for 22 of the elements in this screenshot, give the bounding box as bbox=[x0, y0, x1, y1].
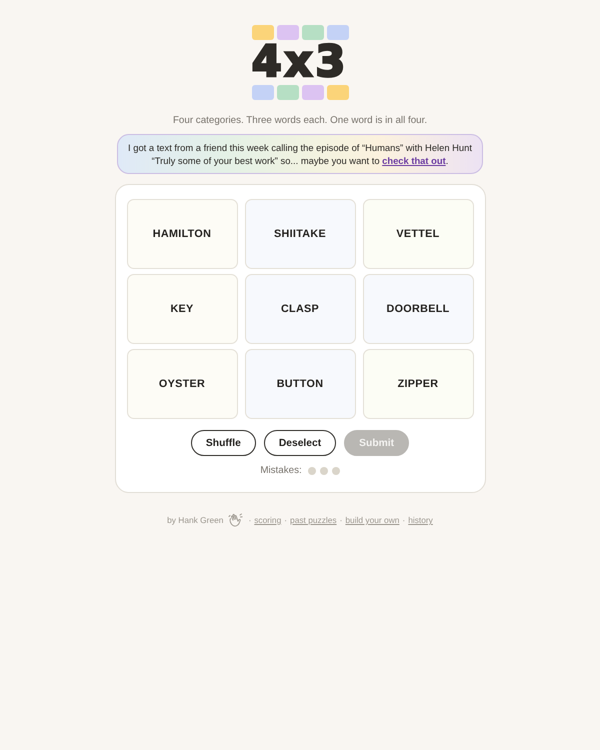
word-tile[interactable]: HAMILTON bbox=[126, 199, 238, 269]
waving-hand-icon bbox=[228, 513, 244, 527]
subtitle-text: Four categories. Three words each. One word is in all four. bbox=[172, 115, 428, 126]
announcement-banner: I got a text from a friend this week calling the episode of “Humans” with Helen Hunt “Truly some of your best work” so... maybe you want to check that out. bbox=[117, 134, 483, 174]
word-tile[interactable]: KEY bbox=[126, 274, 238, 344]
word-tile[interactable]: VETTEL bbox=[362, 199, 474, 269]
word-tile[interactable]: SHIITAKE bbox=[244, 199, 356, 269]
shuffle-button[interactable]: Shuffle bbox=[190, 430, 256, 456]
byline-text: by Hank Green bbox=[167, 515, 224, 525]
check-that-out-link[interactable]: check that out bbox=[382, 155, 446, 166]
mistakes-label: Mistakes: bbox=[260, 465, 302, 476]
deselect-button[interactable]: Deselect bbox=[264, 430, 336, 456]
separator-dot: · bbox=[248, 515, 252, 525]
separator-dot: · bbox=[402, 515, 406, 525]
logo-title: 4x3 bbox=[252, 43, 348, 81]
word-tile[interactable]: DOORBELL bbox=[362, 274, 474, 344]
separator-dot: · bbox=[340, 515, 342, 525]
word-tile[interactable]: OYSTER bbox=[126, 349, 238, 419]
word-tile[interactable]: CLASP bbox=[244, 274, 356, 344]
word-tile[interactable]: BUTTON bbox=[244, 349, 356, 419]
separator-dot: · bbox=[284, 515, 288, 525]
word-tile[interactable]: ZIPPER bbox=[362, 349, 474, 419]
